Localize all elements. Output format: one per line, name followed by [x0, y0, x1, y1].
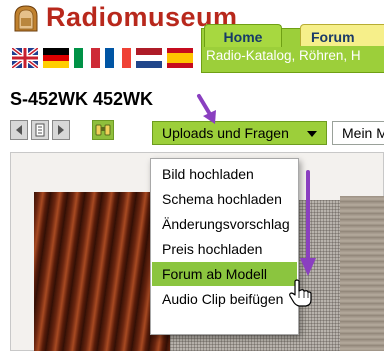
document-button[interactable] [31, 120, 49, 140]
tab-forum[interactable]: Forum [300, 24, 384, 46]
menu-item-bild-hochladen[interactable]: Bild hochladen [152, 162, 297, 186]
annotation-arrow-icon [197, 94, 216, 124]
menu-item-preis-hochladen[interactable]: Preis hochladen [152, 237, 297, 261]
chevron-down-icon [307, 131, 317, 137]
spanish-flag-icon[interactable] [167, 48, 193, 68]
menu-item-aenderungsvorschlag[interactable]: Änderungsvorschlag [152, 212, 297, 236]
arrow-left-icon [16, 125, 22, 135]
search-binoculars-button[interactable] [92, 120, 114, 140]
uploads-dropdown-menu: Bild hochladen Schema hochladen Änderung… [150, 158, 299, 335]
mein-modell-button[interactable]: Mein M [332, 121, 384, 145]
uploads-und-fragen-dropdown[interactable]: Uploads und Fragen [152, 121, 327, 145]
arrow-right-icon [58, 125, 64, 135]
site-header: Radiomuseum Home Forum Radio-Katalog, Rö… [0, 0, 384, 80]
previous-button[interactable] [10, 120, 28, 140]
uk-flag-icon[interactable] [12, 48, 38, 68]
nav-links[interactable]: Radio-Katalog, Röhren, H [206, 48, 361, 63]
tab-home[interactable]: Home [204, 24, 282, 47]
french-flag-icon[interactable] [105, 48, 131, 68]
next-button[interactable] [52, 120, 70, 140]
page-title: S-452WK 452WK [10, 89, 154, 109]
hand-pointer-cursor-icon [289, 279, 312, 307]
document-icon [35, 123, 45, 137]
radio-logo-icon[interactable] [12, 4, 40, 32]
german-flag-icon[interactable] [43, 48, 69, 68]
menu-item-schema-hochladen[interactable]: Schema hochladen [152, 187, 297, 211]
annotation-arrow-icon [300, 170, 316, 276]
binoculars-icon [95, 124, 111, 136]
italian-flag-icon[interactable] [74, 48, 100, 68]
menu-item-audio-clip-beifuegen[interactable]: Audio Clip beifügen [152, 287, 297, 311]
dutch-flag-icon[interactable] [136, 48, 162, 68]
menu-item-forum-ab-modell[interactable]: Forum ab Modell [152, 262, 297, 286]
radio-cabinet-side [340, 196, 384, 351]
